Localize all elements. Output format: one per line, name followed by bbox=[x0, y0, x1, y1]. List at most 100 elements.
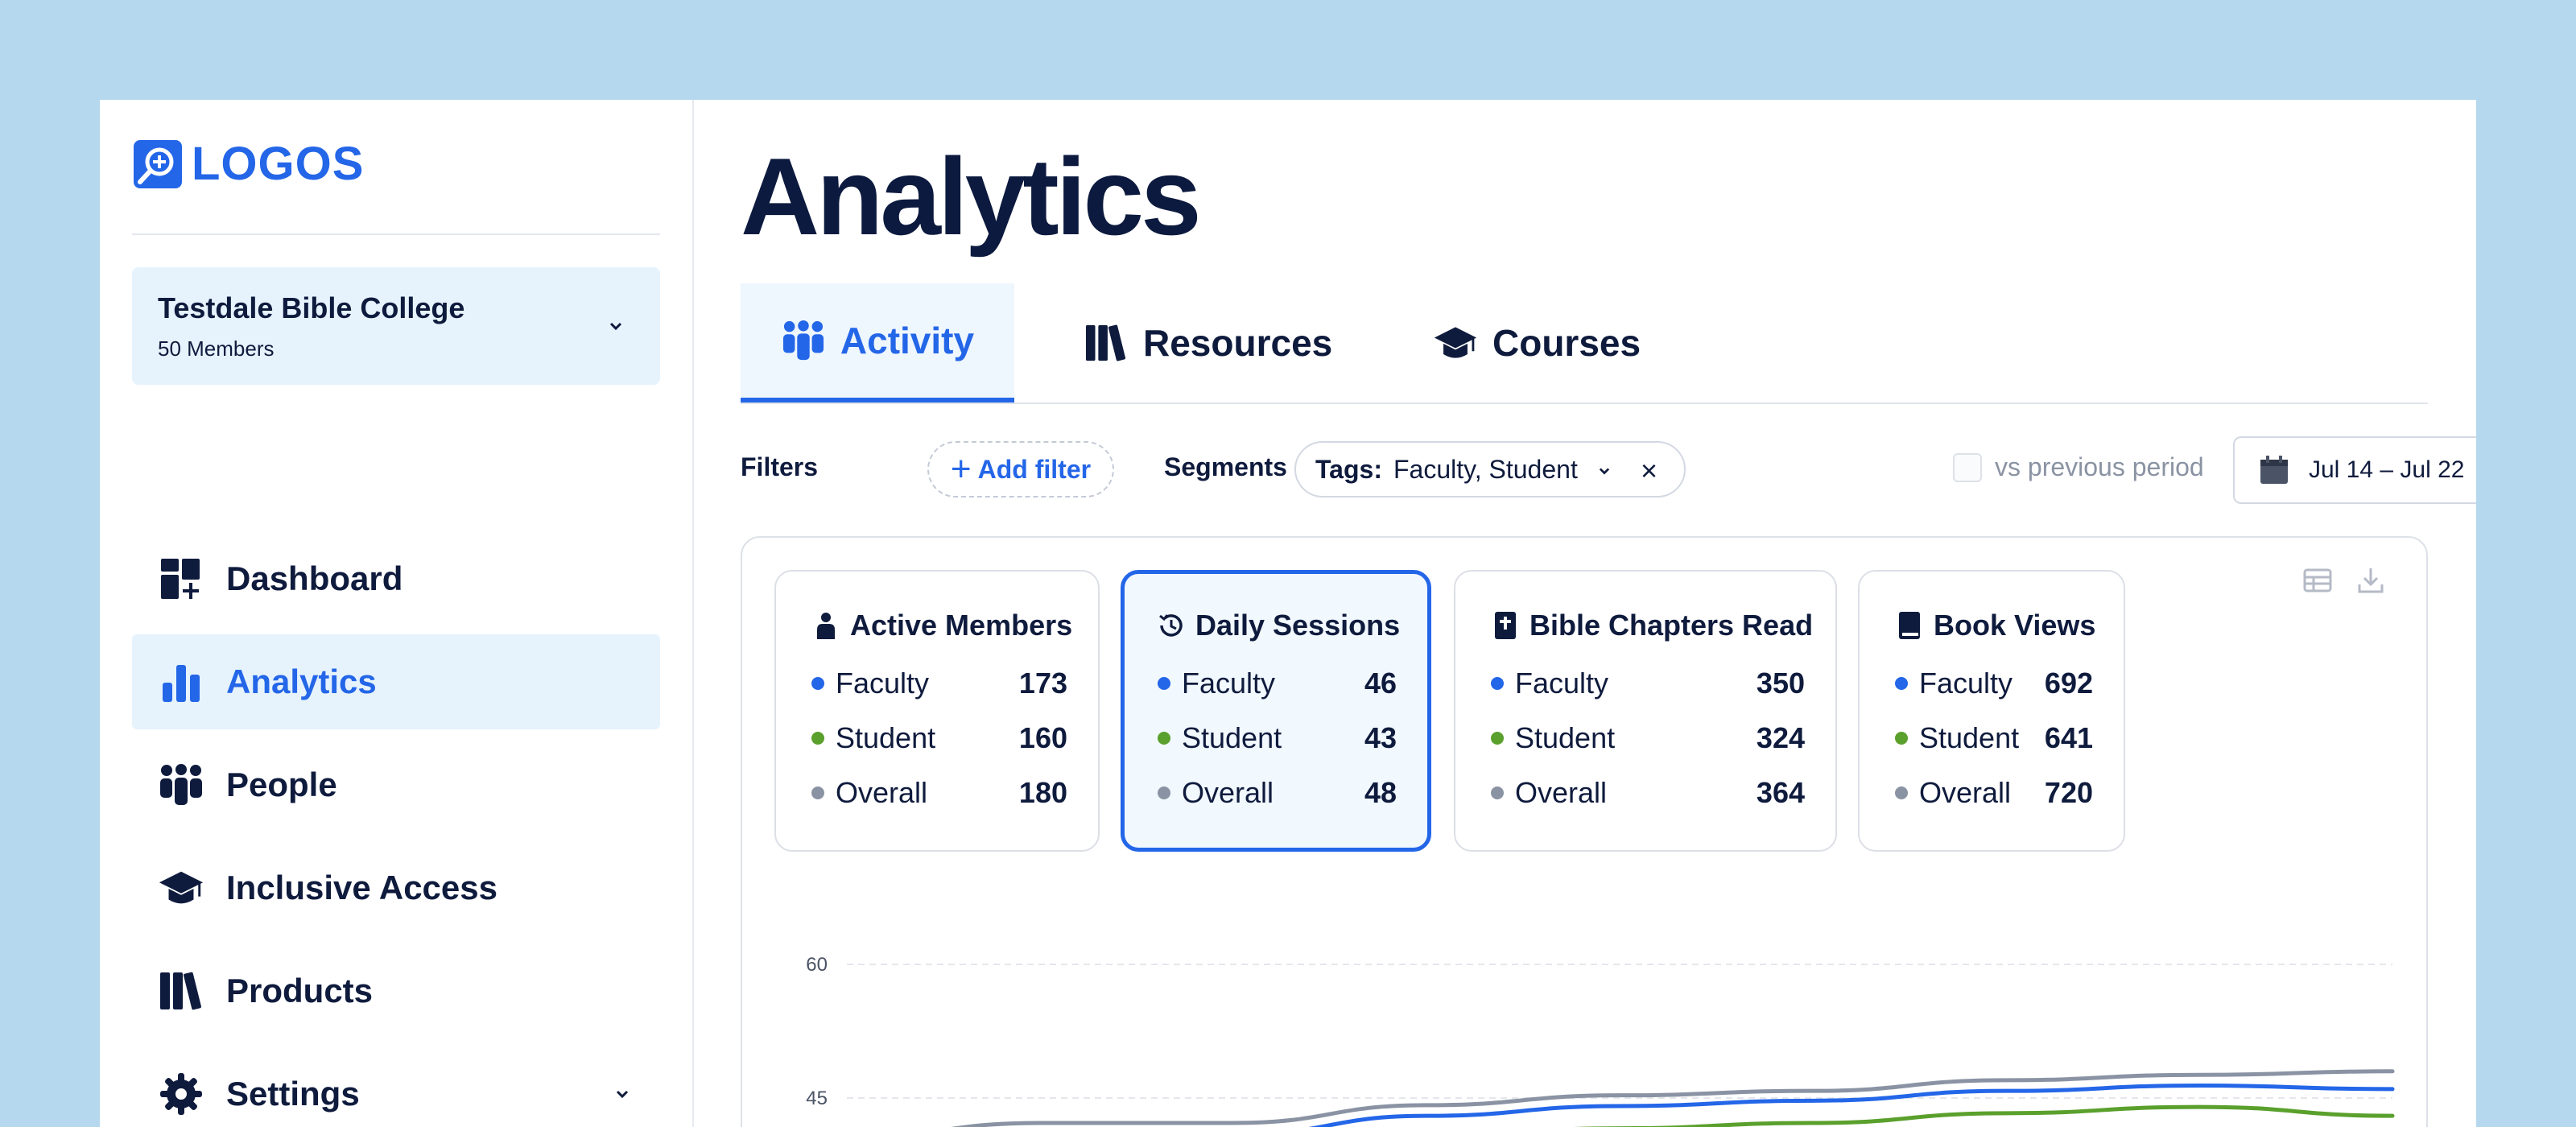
sidebar-item-label: Settings bbox=[226, 1075, 360, 1113]
row-label: Overall bbox=[1515, 776, 1608, 809]
student-dot bbox=[1491, 732, 1504, 745]
chevron-down-icon[interactable] bbox=[1594, 460, 1615, 481]
tab-bar: Activity Resources Courses bbox=[741, 283, 2428, 404]
metric-card-book-views[interactable]: Book Views Faculty 692 Student 641 Overall… bbox=[1858, 570, 2125, 852]
close-icon[interactable]: × bbox=[1641, 454, 1657, 488]
books-icon bbox=[158, 968, 204, 1014]
overall-dot bbox=[1895, 786, 1908, 799]
plus-icon: + bbox=[950, 449, 972, 489]
metric-title: Bible Chapters Read bbox=[1530, 609, 1814, 642]
daily-sessions-chart: 60 45 bbox=[806, 954, 2395, 1127]
y-tick-label: 60 bbox=[806, 954, 828, 976]
sidebar-item-label: Products bbox=[226, 972, 374, 1009]
books-icon bbox=[1084, 320, 1129, 365]
people-icon bbox=[158, 762, 204, 808]
graduation-cap-icon bbox=[158, 865, 204, 911]
row-value: 364 bbox=[1756, 776, 1805, 809]
compare-label: vs previous period bbox=[1995, 452, 2204, 481]
overall-dot bbox=[1158, 786, 1170, 799]
bar-chart-icon bbox=[158, 658, 204, 705]
book-icon bbox=[1895, 611, 1924, 640]
student-dot bbox=[1895, 732, 1908, 745]
sidebar-item-dashboard[interactable]: Dashboard bbox=[132, 531, 660, 626]
date-range-button[interactable]: Jul 14 – Jul 22 bbox=[2233, 436, 2476, 504]
panel-tools bbox=[2302, 565, 2386, 596]
faculty-dot bbox=[811, 677, 824, 690]
people-icon bbox=[781, 318, 826, 363]
history-icon bbox=[1157, 611, 1186, 640]
overall-dot bbox=[1491, 786, 1504, 799]
sidebar-divider bbox=[132, 233, 660, 235]
sidebar-item-label: Inclusive Access bbox=[226, 869, 497, 906]
sidebar-item-label: People bbox=[226, 766, 337, 803]
logo-icon bbox=[134, 139, 182, 188]
row-label: Student bbox=[1182, 721, 1282, 754]
download-icon[interactable] bbox=[2355, 565, 2386, 596]
org-name: Testdale Bible College bbox=[158, 291, 465, 324]
segments-label: Segments bbox=[1164, 452, 1287, 481]
row-value: 160 bbox=[1018, 721, 1067, 754]
tab-label: Courses bbox=[1492, 322, 1641, 364]
sidebar-item-people[interactable]: People bbox=[132, 737, 660, 832]
sidebar-item-analytics[interactable]: Analytics bbox=[132, 634, 660, 729]
segment-key: Tags: bbox=[1315, 454, 1382, 484]
calendar-icon bbox=[2260, 456, 2288, 484]
segment-chip[interactable]: Tags: Faculty, Student × bbox=[1294, 441, 1686, 497]
compare-checkbox[interactable] bbox=[1953, 452, 1982, 482]
student-dot bbox=[811, 732, 824, 745]
faculty-dot bbox=[1491, 677, 1504, 690]
add-filter-label: Add filter bbox=[977, 454, 1092, 484]
segment-value: Faculty, Student bbox=[1393, 454, 1578, 484]
metric-title: Book Views bbox=[1934, 609, 2096, 642]
row-label: Overall bbox=[1919, 776, 2012, 809]
row-value: 48 bbox=[1364, 776, 1397, 809]
metric-title: Active Members bbox=[850, 609, 1073, 642]
app-window: LOGOS Testdale Bible College 50 Members … bbox=[100, 100, 2476, 1127]
metric-title: Daily Sessions bbox=[1195, 609, 1401, 642]
sidebar-item-products[interactable]: Products bbox=[132, 943, 660, 1038]
graduation-cap-icon bbox=[1433, 320, 1478, 365]
tab-activity[interactable]: Activity bbox=[741, 283, 1014, 402]
sidebar-item-settings[interactable]: Settings bbox=[132, 1046, 660, 1127]
sidebar-item-label: Dashboard bbox=[226, 559, 403, 597]
bible-icon bbox=[1491, 611, 1520, 640]
row-label: Overall bbox=[836, 776, 928, 809]
add-filter-button[interactable]: + Add filter bbox=[927, 441, 1114, 497]
org-switcher[interactable]: Testdale Bible College 50 Members bbox=[132, 267, 660, 385]
gear-icon bbox=[158, 1071, 204, 1117]
tab-resources[interactable]: Resources bbox=[1084, 283, 1332, 402]
overall-dot bbox=[811, 786, 824, 799]
dashboard-icon bbox=[158, 555, 204, 602]
row-value: 720 bbox=[2044, 776, 2093, 809]
row-label: Faculty bbox=[1919, 667, 2013, 700]
tab-courses[interactable]: Courses bbox=[1433, 283, 1641, 402]
page-title: Analytics bbox=[741, 135, 1202, 258]
metric-card-active-members[interactable]: Active Members Faculty 173 Student 160 Ove… bbox=[774, 570, 1100, 852]
metric-card-bible-chapters-read[interactable]: Bible Chapters Read Faculty 350 Student 32… bbox=[1454, 570, 1837, 852]
row-label: Overall bbox=[1182, 776, 1274, 809]
metric-card-daily-sessions[interactable]: Daily Sessions Faculty 46 Student 43 Overa… bbox=[1121, 570, 1431, 852]
row-value: 43 bbox=[1364, 721, 1397, 754]
faculty-dot bbox=[1158, 677, 1170, 690]
compare-toggle[interactable]: vs previous period bbox=[1953, 452, 2204, 482]
row-value: 46 bbox=[1364, 667, 1397, 700]
row-label: Faculty bbox=[836, 667, 930, 700]
sidebar: LOGOS Testdale Bible College 50 Members … bbox=[100, 100, 694, 1127]
row-value: 350 bbox=[1756, 667, 1805, 700]
row-value: 180 bbox=[1018, 776, 1067, 809]
tab-label: Activity bbox=[840, 320, 975, 361]
metrics-panel: Active Members Faculty 173 Student 160 Ove… bbox=[741, 536, 2428, 1127]
row-value: 324 bbox=[1756, 721, 1805, 754]
row-value: 173 bbox=[1018, 667, 1067, 700]
tab-label: Resources bbox=[1143, 322, 1333, 364]
table-view-icon[interactable] bbox=[2302, 565, 2333, 596]
row-value: 641 bbox=[2044, 721, 2093, 754]
main-content: Analytics Activity Resources Courses Fil… bbox=[692, 100, 2476, 1127]
org-member-count: 50 Members bbox=[158, 336, 275, 361]
person-icon bbox=[811, 611, 840, 640]
row-label: Student bbox=[1919, 721, 2020, 754]
sidebar-item-inclusive-access[interactable]: Inclusive Access bbox=[132, 840, 660, 935]
filters-label: Filters bbox=[741, 452, 819, 481]
row-label: Student bbox=[836, 721, 936, 754]
logo[interactable]: LOGOS bbox=[132, 137, 364, 191]
